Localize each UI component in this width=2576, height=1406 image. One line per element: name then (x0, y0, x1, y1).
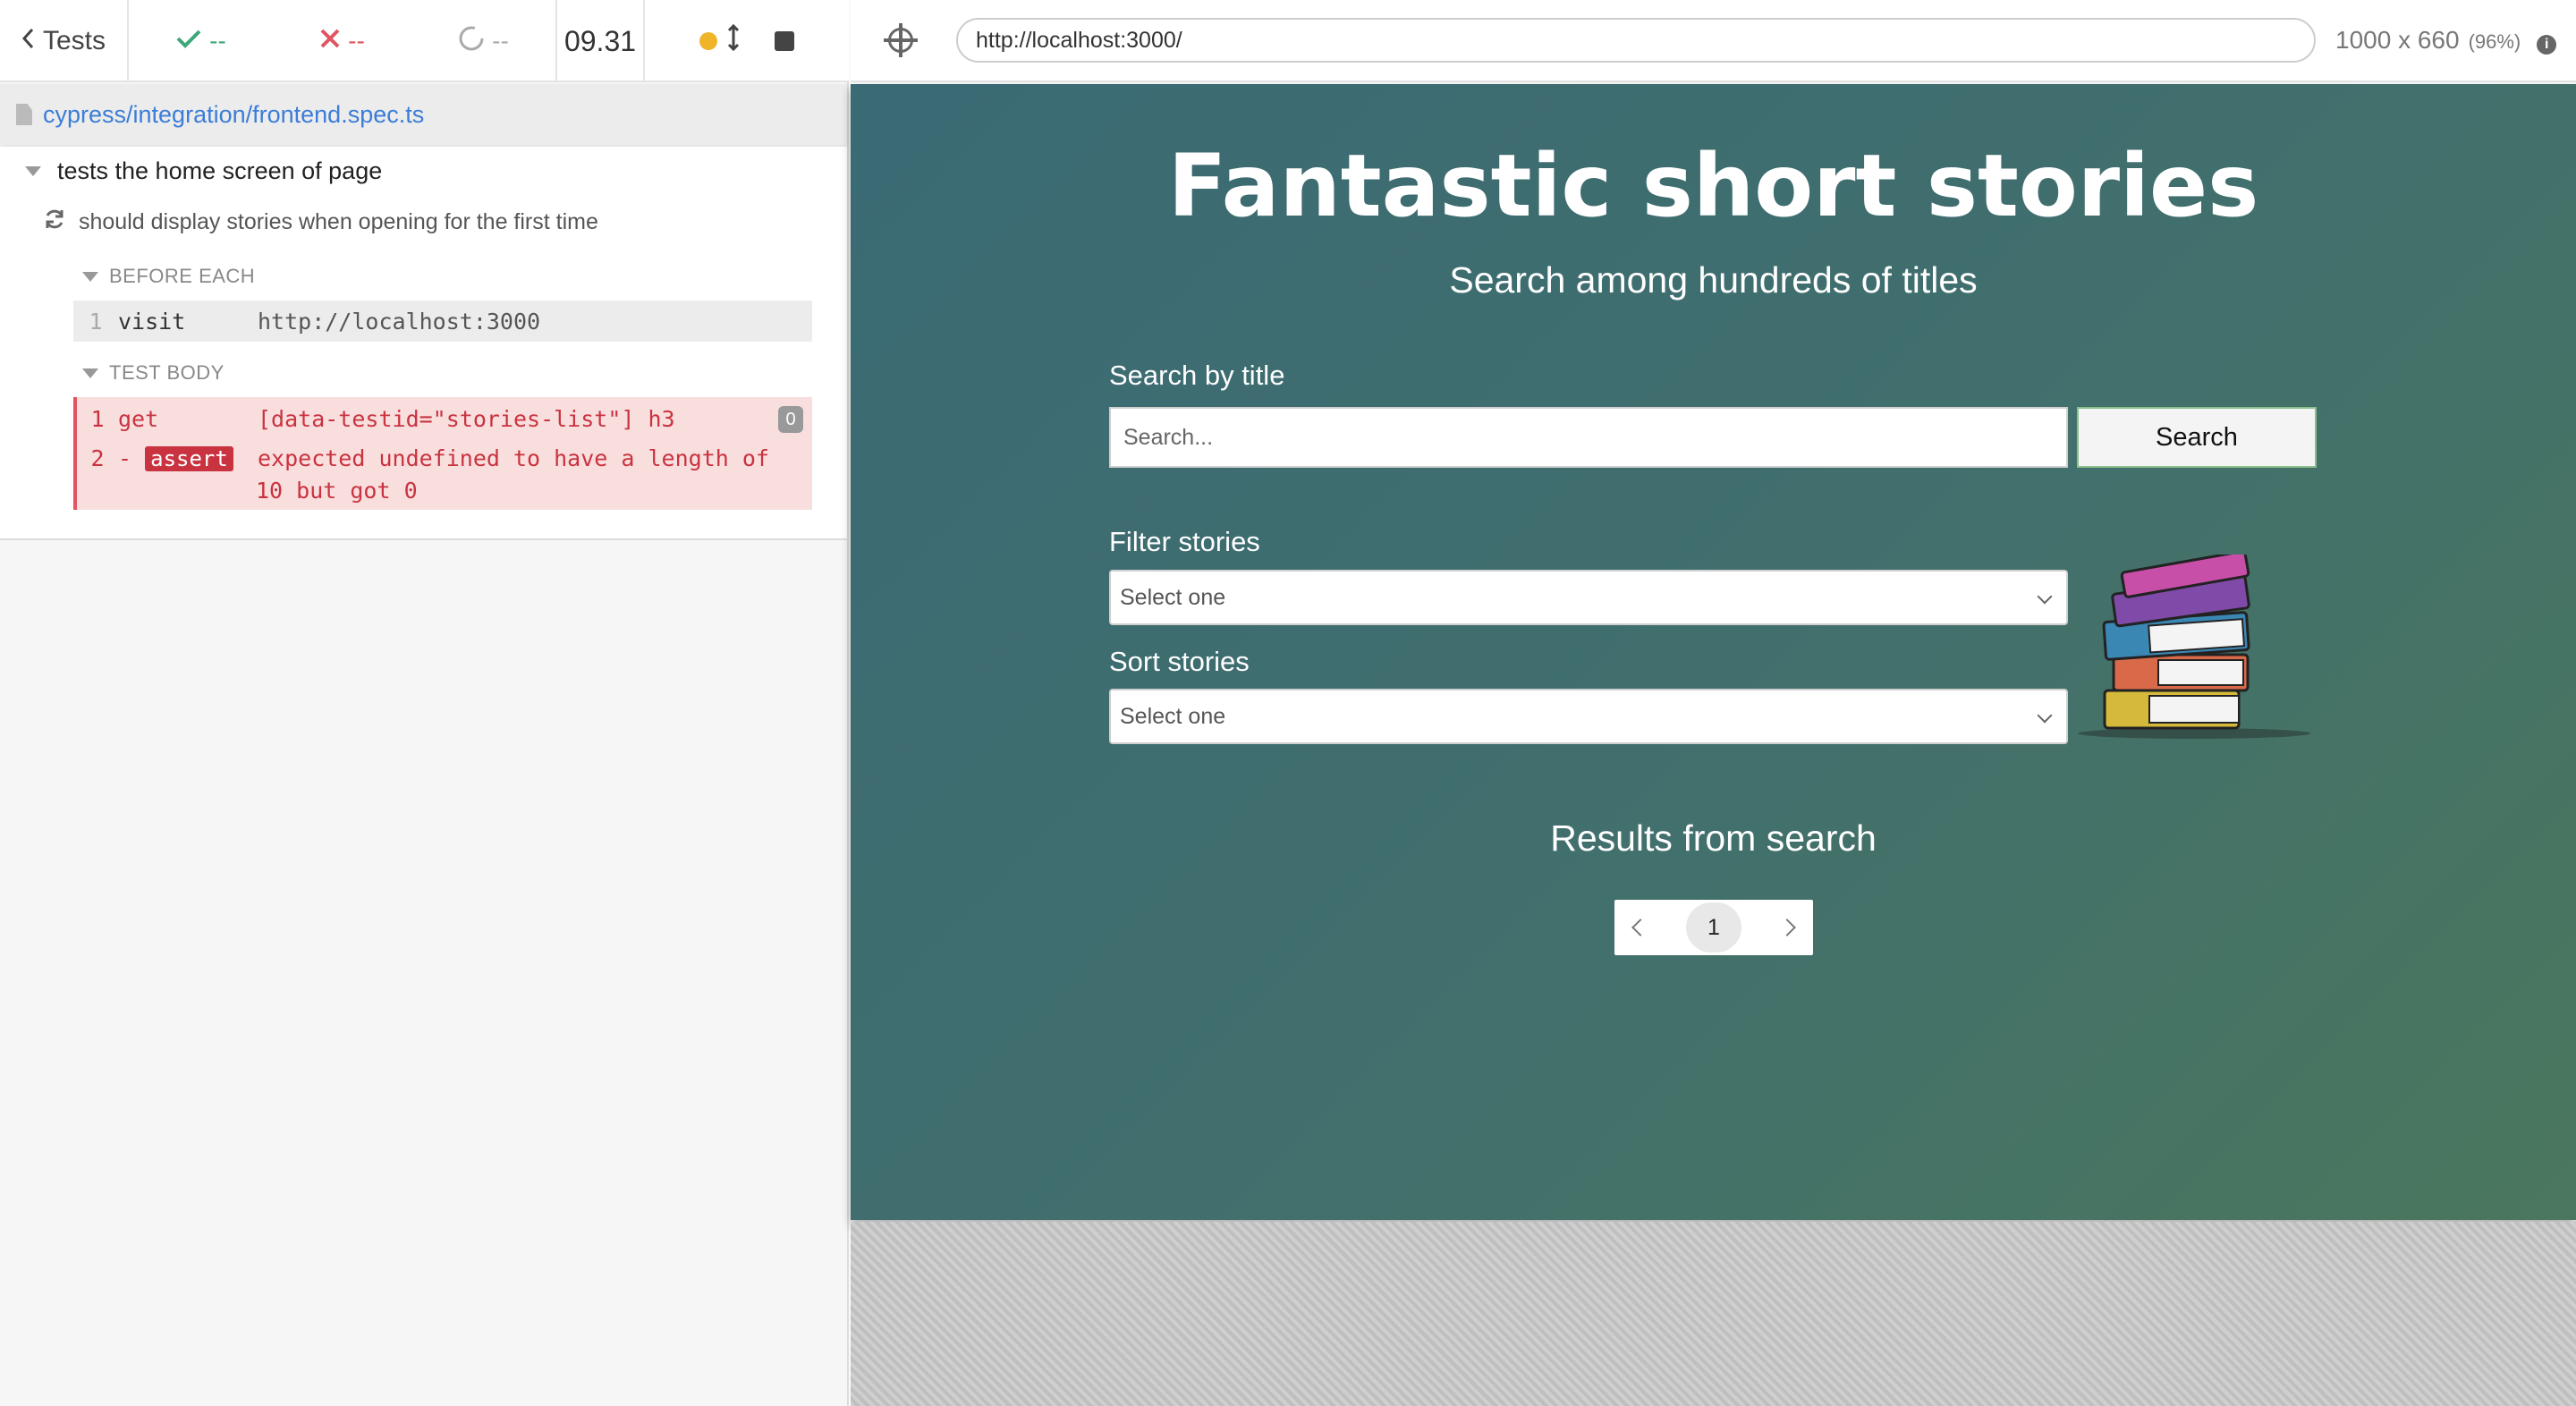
command-name: visit (118, 308, 186, 335)
passed-stat[interactable]: -- (175, 27, 226, 55)
tests-back-button[interactable]: Tests (0, 0, 129, 82)
test-body-section[interactable]: TEST BODY (82, 361, 225, 385)
sort-selected-value: Select one (1120, 703, 1226, 729)
chevron-left-icon[interactable] (1631, 919, 1649, 936)
pending-count: -- (492, 27, 509, 55)
app-preview: Fantastic short stories Search among hun… (851, 84, 2576, 1220)
search-button[interactable]: Search (2077, 407, 2317, 468)
viewport-info: 1000 x 660 (96%) i (2335, 26, 2557, 55)
search-input[interactable] (1109, 407, 2068, 468)
element-count-badge: 0 (778, 406, 803, 433)
results-heading: Results from search (1550, 817, 1877, 859)
assert-prefix: - (118, 445, 132, 471)
passed-count: -- (209, 27, 226, 55)
get-command-line: 1 get [data-testid="stories-list"] h3 (77, 401, 812, 436)
command-name: get (118, 405, 159, 432)
command-number: 1 (89, 308, 103, 335)
assert-badge: assert (145, 445, 233, 471)
test-title: should display stories when opening for … (79, 209, 598, 234)
suite-title: tests the home screen of page (57, 157, 383, 184)
before-each-label: BEFORE EACH (109, 265, 256, 287)
assert-command-line[interactable]: 2 - assert expected undefined to have a … (77, 440, 812, 476)
failed-count: -- (348, 27, 365, 55)
pending-stat[interactable]: -- (458, 25, 509, 58)
pending-circle-icon (458, 25, 485, 58)
status-dot-icon (699, 32, 717, 50)
before-each-section[interactable]: BEFORE EACH (82, 265, 255, 288)
auto-scroll-toggle[interactable] (699, 23, 741, 58)
command-message: [data-testid="stories-list"] h3 (258, 405, 675, 432)
sort-select[interactable]: Select one (1109, 689, 2068, 744)
chevron-down-icon (2037, 589, 2053, 605)
filter-select[interactable]: Select one (1109, 570, 2068, 625)
caret-down-icon (82, 368, 98, 378)
chevron-left-icon (21, 26, 34, 56)
duration: 09.31 (557, 0, 645, 82)
search-label: Search by title (1109, 360, 1285, 391)
get-command[interactable]: 1 get [data-testid="stories-list"] h3 0 … (73, 397, 812, 510)
command-number: 2 (90, 445, 105, 471)
caret-down-icon (82, 271, 98, 282)
filter-selected-value: Select one (1120, 584, 1226, 610)
test-row[interactable]: should display stories when opening for … (43, 208, 598, 237)
spec-file-link[interactable]: cypress/integration/frontend.spec.ts (43, 101, 424, 129)
test-tree: tests the home screen of page should dis… (0, 147, 847, 540)
check-icon (175, 27, 202, 55)
viewport-scale: (96%) (2468, 30, 2521, 53)
assert-name-cell: - assert (118, 445, 258, 471)
selector-playground-icon[interactable] (884, 23, 918, 57)
pagination: 1 (1614, 900, 1813, 955)
tests-label: Tests (42, 26, 106, 55)
sort-label: Sort stories (1109, 646, 1250, 677)
refresh-icon (43, 208, 66, 237)
vertical-arrows-icon (726, 23, 741, 58)
info-icon[interactable]: i (2537, 35, 2557, 55)
url-bar[interactable]: http://localhost:3000/ (956, 18, 2316, 63)
command-message: http://localhost:3000 (258, 308, 541, 335)
page-title: Fantastic short stories (1167, 136, 2259, 236)
cross-icon (319, 27, 341, 55)
failed-command-block: 1 get [data-testid="stories-list"] h3 0 … (73, 397, 812, 656)
test-stats: -- -- -- (129, 0, 557, 82)
caret-down-icon (25, 166, 41, 176)
viewport-size: 1000 x 660 (2335, 26, 2460, 54)
assert-message-line2: 10 but got 0 (256, 478, 418, 504)
page-subtitle: Search among hundreds of titles (1449, 259, 1978, 301)
aut-background (851, 1222, 2576, 1406)
filter-label: Filter stories (1109, 526, 1260, 557)
file-icon (16, 104, 32, 125)
chevron-down-icon (2037, 707, 2053, 724)
spec-file-bar: cypress/integration/frontend.spec.ts (0, 84, 847, 145)
failed-stat[interactable]: -- (319, 27, 365, 55)
reporter-header: Tests -- -- -- 09.31 (0, 0, 849, 82)
page-number-button[interactable]: 1 (1686, 902, 1741, 953)
chevron-right-icon[interactable] (1778, 919, 1796, 936)
runner-controls (645, 0, 849, 82)
visit-command[interactable]: 1 visit http://localhost:3000 (73, 301, 812, 342)
book-stack-illustration (2078, 550, 2319, 744)
reporter-panel: Tests -- -- -- 09.31 cypress/integration… (0, 0, 849, 1406)
command-number: 1 (90, 405, 105, 432)
stop-icon[interactable] (775, 31, 794, 51)
test-body-label: TEST BODY (109, 361, 225, 384)
aut-header: http://localhost:3000/ 1000 x 660 (96%) … (851, 0, 2576, 82)
assert-message-line1: expected undefined to have a length of (258, 445, 769, 471)
suite-row[interactable]: tests the home screen of page (25, 157, 382, 185)
